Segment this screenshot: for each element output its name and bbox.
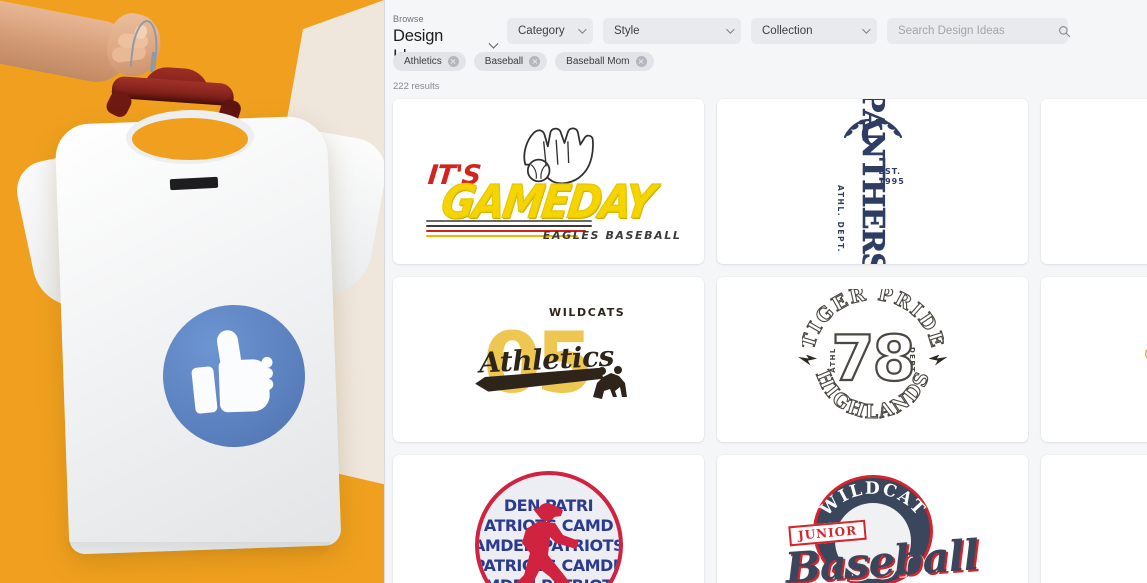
filter-chip-label: Baseball [484,56,524,67]
filter-chip-baseball[interactable]: Baseball [473,52,548,71]
category-dropdown[interactable]: Category [507,18,593,44]
design-artwork: WILDCAT JUNIOR Baseball VARSITY [717,455,1028,583]
panel-divider [384,0,385,583]
design-card-panthers[interactable]: C EST. 1995 PANTHERS ATHL. DEPT. [717,99,1028,264]
thumb-knuckle [261,356,273,369]
design-card-wildcats-athletics[interactable]: 05 WILDCATS Athletics [393,277,704,442]
breadcrumb: Browse [393,14,424,24]
arched-text: CARDIN [1146,301,1147,351]
design-card-cardinals[interactable]: CARDIN C C [1041,277,1147,442]
thumb-digit [215,328,242,366]
design-card-mavericks[interactable]: VAR MA Hi [1041,455,1147,583]
results-count: 222 results [393,81,440,92]
design-text-dept: ATHL. DEPT. [835,185,845,254]
style-dropdown-label: Style [614,25,640,37]
close-icon[interactable] [635,56,647,67]
close-icon[interactable] [447,56,459,67]
design-artwork: C EST. 1995 PANTHERS ATHL. DEPT. [717,99,1028,264]
design-ideas-panel: Browse Design Ideas Category Style Colle… [384,0,1147,583]
filter-chip-baseball-mom[interactable]: Baseball Mom [555,52,654,71]
design-number: 78 [830,320,916,395]
thumbs-up-icon [191,328,277,418]
wrestlers-icon [593,366,627,399]
search-box[interactable] [887,18,1071,44]
design-artwork: IT'S GAMEDAY EAGLES BASEBALL [393,99,704,264]
design-card-baseball-est[interactable]: BASEBALL EST. [1041,99,1147,264]
toolbar: Browse Design Ideas Category Style Colle… [384,0,1147,65]
design-artwork: VAR MA Hi [1041,455,1147,583]
design-rule [425,219,592,222]
thumb-knuckle [261,367,274,380]
baseball-pitcher-icon [515,503,579,583]
search-input[interactable] [898,25,1052,37]
design-card-its-gameday[interactable]: IT'S GAMEDAY EAGLES BASEBALL [393,99,704,264]
design-headline-rotated: PANTHERS [855,99,891,264]
category-dropdown-label: Category [518,25,565,37]
filter-chip-label: Athletics [404,56,442,67]
design-artwork: DEN PATRI ATRIOTS CAMD AMDEN PATRIOTS PA… [393,455,704,583]
design-arc-top: WILDCAT [815,479,929,521]
chevron-down-icon [862,25,871,34]
app-root: Browse Design Ideas Category Style Colle… [0,0,1147,583]
design-artwork: CARDIN C C [1041,277,1147,442]
design-text-panthers: PANTHERS [855,99,891,264]
tshirt-mockup-image [0,0,384,583]
design-card-camden-patriots[interactable]: DEN PATRI ATRIOTS CAMD AMDEN PATRIOTS PA… [393,455,704,583]
filter-chip-label: Baseball Mom [566,56,630,67]
collection-dropdown[interactable]: Collection [751,18,877,44]
design-rule [425,224,592,227]
design-results-grid: IT'S GAMEDAY EAGLES BASEBALL C EST. 1995… [384,99,1147,583]
design-artwork: 05 WILDCATS Athletics [393,277,704,442]
design-text-wildcats: WILDCATS [549,306,626,319]
chevron-down-icon [488,38,499,49]
active-filter-chips: Athletics Baseball Baseball Mom [384,48,1147,71]
thumb-cuff [191,366,218,415]
tshirt-collar-opening [132,118,248,160]
design-artwork: TIGER PRIDE HIGHLANDS ATHL DEPT 78 [717,277,1028,442]
close-icon[interactable] [529,56,541,67]
design-card-wildcat-junior-baseball[interactable]: WILDCAT JUNIOR Baseball VARSITY [717,455,1028,583]
tshirt-hem [68,542,330,558]
design-card-tiger-pride-78[interactable]: TIGER PRIDE HIGHLANDS ATHL DEPT 78 [717,277,1028,442]
chevron-down-icon [726,25,735,34]
design-artwork: BASEBALL EST. [1041,99,1147,264]
tshirt-graphic [11,98,384,568]
thumb-knuckle [262,378,274,391]
search-icon [1059,25,1071,37]
design-text-subtitle: EAGLES BASEBALL [542,228,682,242]
filter-chip-athletics[interactable]: Athletics [393,52,466,71]
chevron-down-icon [578,25,587,34]
collection-dropdown-label: Collection [762,25,813,37]
style-dropdown[interactable]: Style [603,18,741,44]
